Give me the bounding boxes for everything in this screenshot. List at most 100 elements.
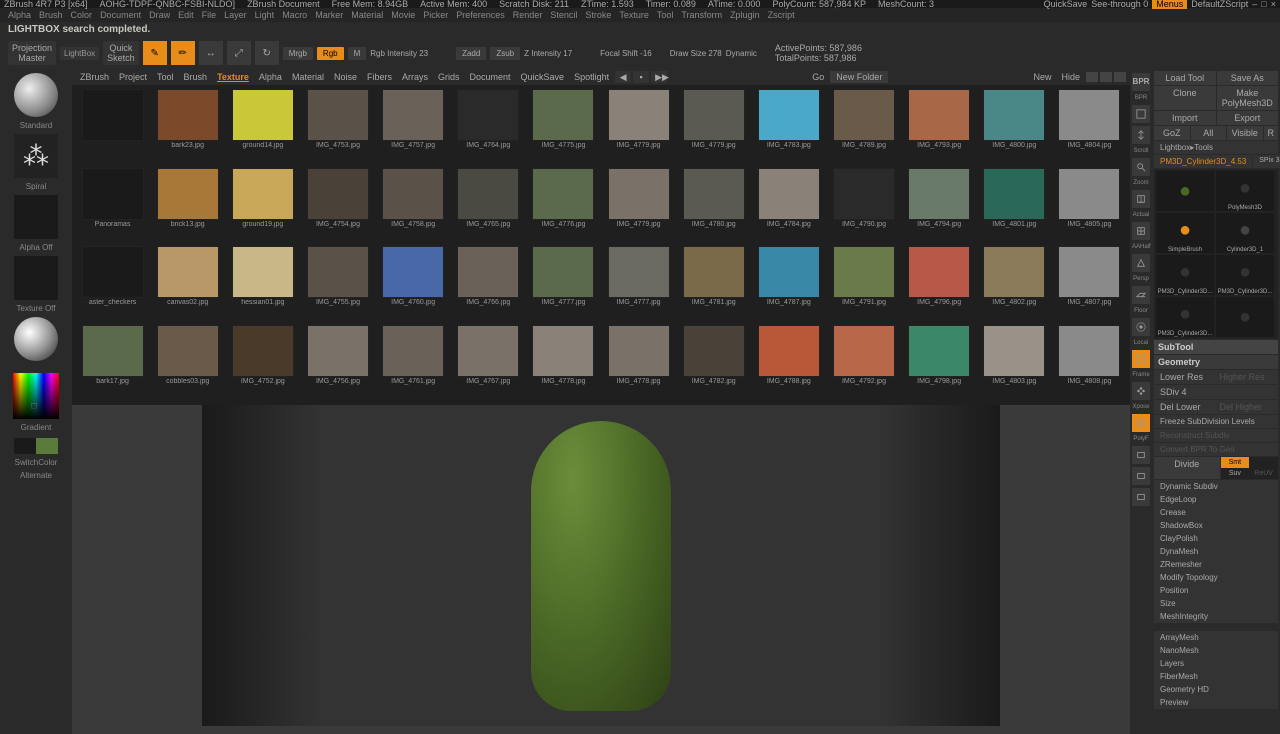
texture-thumb[interactable]: IMG_4782.jpg [677, 325, 750, 402]
texture-thumb[interactable]: IMG_4776.jpg [527, 168, 600, 245]
Frame-icon[interactable] [1132, 350, 1150, 368]
menu-movie[interactable]: Movie [391, 10, 415, 20]
menu-stencil[interactable]: Stencil [550, 10, 577, 20]
tab-grids[interactable]: Grids [434, 71, 464, 83]
menu-light[interactable]: Light [255, 10, 275, 20]
section-arraymesh[interactable]: ArrayMesh [1154, 631, 1278, 644]
scale-mode[interactable]: ⤢ [227, 41, 251, 65]
Scroll-icon[interactable] [1132, 126, 1150, 144]
alpha-preview[interactable] [14, 195, 58, 239]
section-crease[interactable]: Crease [1154, 506, 1278, 519]
tool-thumb[interactable]: ●PM3D_Cylinder3D... [1156, 297, 1214, 337]
new-folder[interactable]: New Folder [830, 71, 888, 83]
rgb-intensity-slider[interactable]: Rgb Intensity 23 [370, 49, 428, 58]
texture-thumb[interactable]: IMG_4807.jpg [1053, 246, 1126, 323]
Actual-icon[interactable]: 1 [1132, 190, 1150, 208]
texture-thumb[interactable]: IMG_4805.jpg [1053, 168, 1126, 245]
goz-visible[interactable]: Visible [1227, 126, 1263, 140]
clone[interactable]: Clone [1154, 86, 1216, 110]
suv[interactable]: Suv [1221, 468, 1250, 479]
section-preview[interactable]: Preview [1154, 696, 1278, 709]
draw-size-slider[interactable]: Draw Size 278 [670, 49, 722, 58]
texture-thumb[interactable]: IMG_4784.jpg [752, 168, 825, 245]
goz-all[interactable]: All [1191, 126, 1227, 140]
texture-thumb[interactable]: IMG_4800.jpg [978, 89, 1051, 166]
shelf-icon[interactable] [1132, 105, 1150, 123]
Xpose-icon[interactable] [1132, 382, 1150, 400]
zadd[interactable]: Zadd [456, 47, 486, 60]
edit-mode[interactable]: ✎ [143, 41, 167, 65]
texture-thumb[interactable]: ground14.jpg [226, 89, 299, 166]
menu-edit[interactable]: Edit [178, 10, 194, 20]
texture-thumb[interactable]: IMG_4758.jpg [377, 168, 450, 245]
menu-draw[interactable]: Draw [149, 10, 170, 20]
texture-thumb[interactable]: cobbles03.jpg [151, 325, 224, 402]
del-higher[interactable]: Del Higher [1218, 401, 1275, 413]
menu-render[interactable]: Render [513, 10, 543, 20]
rgb[interactable]: Rgb [317, 47, 344, 60]
dynamic[interactable]: Dynamic [726, 49, 757, 58]
nav-prev[interactable]: ◀ [615, 71, 631, 83]
tab-brush[interactable]: Brush [180, 71, 212, 83]
view-list-icon[interactable] [1114, 72, 1126, 82]
color-swatches[interactable] [14, 438, 58, 454]
texture-thumb[interactable]: bark23.jpg [151, 89, 224, 166]
texture-thumb[interactable]: IMG_4777.jpg [602, 246, 675, 323]
menu-material[interactable]: Material [351, 10, 383, 20]
texture-thumb[interactable]: IMG_4804.jpg [1053, 89, 1126, 166]
subtool-header[interactable]: SubTool [1154, 340, 1278, 354]
menu-marker[interactable]: Marker [315, 10, 343, 20]
tab-texture[interactable]: Texture [213, 71, 253, 83]
star-icon[interactable] [1132, 488, 1150, 506]
texture-thumb[interactable]: IMG_4775.jpg [527, 89, 600, 166]
section-edgeloop[interactable]: EdgeLoop [1154, 493, 1278, 506]
tab-arrays[interactable]: Arrays [398, 71, 432, 83]
tab-spotlight[interactable]: Spotlight [570, 71, 613, 83]
draw-mode[interactable]: ✏ [171, 41, 195, 65]
current-tool[interactable]: PM3D_Cylinder3D_4.53 [1154, 155, 1252, 168]
view-double-icon[interactable] [1100, 72, 1112, 82]
sdiv-slider[interactable]: SDiv 4 [1158, 386, 1215, 398]
goz-r[interactable]: R [1264, 126, 1279, 140]
make-polymesh[interactable]: Make PolyMesh3D [1217, 86, 1279, 110]
z-intensity-slider[interactable]: Z Intensity 17 [524, 49, 572, 58]
default-zscript[interactable]: DefaultZScript [1191, 0, 1248, 9]
tab-project[interactable]: Project [115, 71, 151, 83]
quicksave-button[interactable]: QuickSave [1044, 0, 1088, 9]
texture-thumb[interactable]: IMG_4790.jpg [827, 168, 900, 245]
section-position[interactable]: Position [1154, 584, 1278, 597]
mrgb[interactable]: Mrgb [283, 47, 313, 60]
tab-noise[interactable]: Noise [330, 71, 361, 83]
texture-thumb[interactable]: IMG_4753.jpg [301, 89, 374, 166]
menu-alpha[interactable]: Alpha [8, 10, 31, 20]
tool-thumb[interactable]: ●PolyMesh3D [1216, 171, 1274, 211]
menu-preferences[interactable]: Preferences [456, 10, 505, 20]
menu-tool[interactable]: Tool [657, 10, 674, 20]
texture-thumb[interactable]: IMG_4802.jpg [978, 246, 1051, 323]
menu-color[interactable]: Color [71, 10, 93, 20]
menu-texture[interactable]: Texture [619, 10, 649, 20]
Persp-icon[interactable] [1132, 254, 1150, 272]
texture-thumb[interactable]: IMG_4779.jpg [677, 89, 750, 166]
section-size[interactable]: Size [1154, 597, 1278, 610]
texture-thumb[interactable]: IMG_4777.jpg [527, 246, 600, 323]
tool-thumb[interactable]: ● [1216, 297, 1274, 337]
texture-thumb[interactable]: IMG_4754.jpg [301, 168, 374, 245]
texture-thumb[interactable]: IMG_4767.jpg [452, 325, 525, 402]
texture-thumb[interactable]: ground19.jpg [226, 168, 299, 245]
smt[interactable]: Smt [1221, 457, 1250, 468]
PolyF-icon[interactable] [1132, 414, 1150, 432]
texture-thumb[interactable]: hessian01.jpg [226, 246, 299, 323]
texture-thumb[interactable]: IMG_4760.jpg [377, 246, 450, 323]
tab-quicksave[interactable]: QuickSave [517, 71, 569, 83]
menus-button[interactable]: Menus [1152, 0, 1187, 9]
divide[interactable]: Divide [1154, 457, 1220, 479]
close-icon[interactable]: × [1271, 0, 1276, 9]
section-nanomesh[interactable]: NanoMesh [1154, 644, 1278, 657]
texture-thumb[interactable]: IMG_4791.jpg [827, 246, 900, 323]
tool-thumb[interactable]: ●Cylinder3D_1 [1216, 213, 1274, 253]
texture-thumb[interactable]: IMG_4761.jpg [377, 325, 450, 402]
texture-thumb[interactable]: IMG_4808.jpg [1053, 325, 1126, 402]
texture-thumb[interactable]: IMG_4752.jpg [226, 325, 299, 402]
menu-stroke[interactable]: Stroke [585, 10, 611, 20]
